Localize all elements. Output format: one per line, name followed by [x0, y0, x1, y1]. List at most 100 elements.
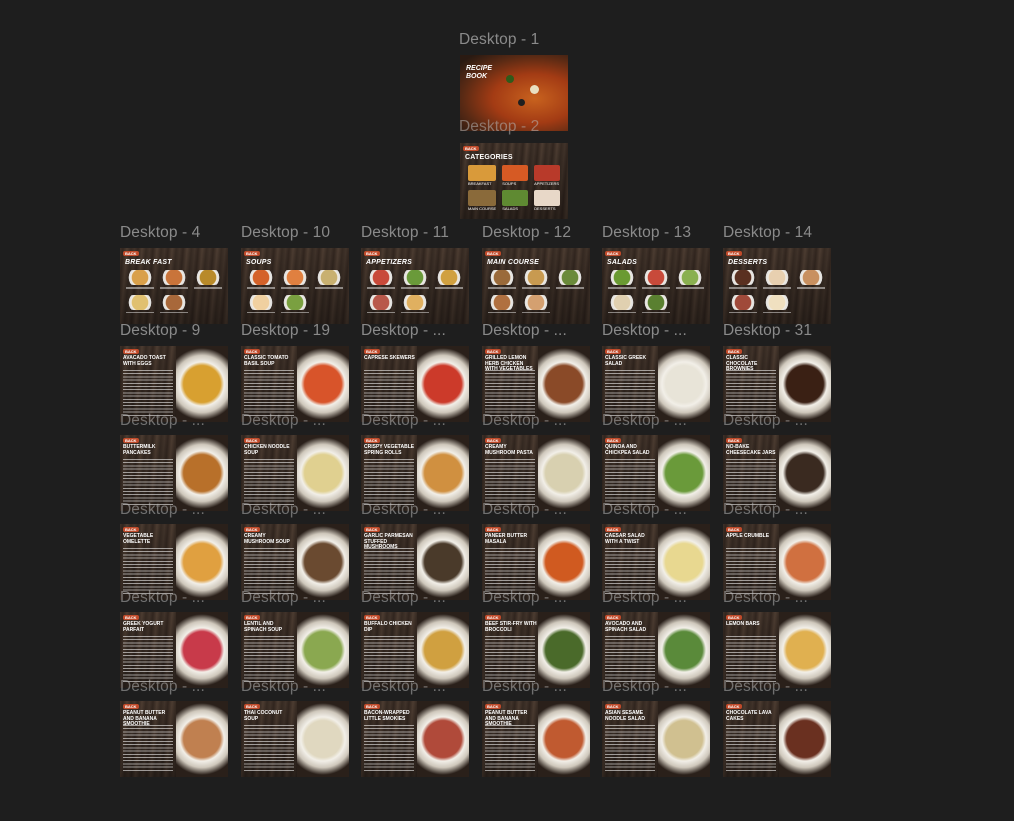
back-button[interactable]: BACK: [726, 349, 742, 354]
dish-card[interactable]: [401, 294, 429, 313]
back-button[interactable]: BACK: [244, 251, 260, 256]
frame-recipe[interactable]: BACK ASIAN SESAME NOODLE SALAD: [602, 701, 710, 777]
dish-card[interactable]: [763, 294, 791, 313]
frame-label-desktop-11[interactable]: Desktop - 11: [361, 224, 449, 242]
frame-recipe[interactable]: BACK CREAMY MUSHROOM PASTA: [482, 435, 590, 511]
frame-label-recipe[interactable]: Desktop - ...: [602, 501, 687, 519]
back-button[interactable]: BACK: [244, 615, 260, 620]
dish-card[interactable]: [676, 270, 704, 289]
frame-recipe[interactable]: BACK CLASSIC GREEK SALAD: [602, 346, 710, 422]
dish-card[interactable]: [194, 270, 222, 289]
frame-category-2[interactable]: BACK APPETIZERS: [361, 248, 469, 324]
frame-recipe[interactable]: BACK CLASSIC CHOCOLATE BROWNIES: [723, 346, 831, 422]
dish-card[interactable]: [247, 270, 275, 289]
dish-card[interactable]: [522, 270, 550, 289]
frame-category-0[interactable]: BACK BREAK FAST: [120, 248, 228, 324]
frame-recipe[interactable]: BACK GREEK YOGURT PARFAIT: [120, 612, 228, 688]
frame-label-recipe[interactable]: Desktop - ...: [602, 412, 687, 430]
back-button[interactable]: BACK: [364, 704, 380, 709]
frame-recipe[interactable]: BACK GRILLED LEMON HERB CHICKEN WITH VEGE…: [482, 346, 590, 422]
frame-label-recipe[interactable]: Desktop - ...: [361, 322, 446, 340]
dish-card[interactable]: [160, 294, 188, 313]
back-button[interactable]: BACK: [726, 615, 742, 620]
category-salads[interactable]: SALADS: [502, 190, 529, 211]
back-button[interactable]: BACK: [364, 527, 380, 532]
frame-label-recipe[interactable]: Desktop - ...: [723, 412, 808, 430]
frame-recipe[interactable]: BACK PEANUT BUTTER AND BANANA SMOOTHIE: [482, 701, 590, 777]
frame-label-recipe[interactable]: Desktop - ...: [120, 589, 205, 607]
frame-label-recipe[interactable]: Desktop - ...: [723, 589, 808, 607]
dish-card[interactable]: [315, 270, 343, 289]
back-button[interactable]: BACK: [605, 438, 621, 443]
frame-recipe[interactable]: BACK QUINOA AND CHICKPEA SALAD: [602, 435, 710, 511]
back-button[interactable]: BACK: [244, 527, 260, 532]
category-appetizers[interactable]: APPETIZERS: [534, 165, 560, 186]
back-button[interactable]: BACK: [605, 251, 621, 256]
frame-label-desktop-13[interactable]: Desktop - 13: [602, 224, 691, 242]
back-button[interactable]: BACK: [485, 438, 501, 443]
frame-recipe[interactable]: BACK CHICKEN NOODLE SOUP: [241, 435, 349, 511]
frame-label-recipe[interactable]: Desktop - ...: [482, 678, 567, 696]
back-button[interactable]: BACK: [605, 704, 621, 709]
frame-label-recipe[interactable]: Desktop - ...: [241, 589, 326, 607]
frame-label-recipe[interactable]: Desktop - ...: [361, 412, 446, 430]
back-button[interactable]: BACK: [244, 438, 260, 443]
dish-card[interactable]: [401, 270, 429, 289]
dish-card[interactable]: [522, 294, 550, 313]
category-soups[interactable]: SOUPS: [502, 165, 529, 186]
back-button[interactable]: BACK: [605, 527, 621, 532]
frame-recipe[interactable]: BACK LENTIL AND SPINACH SOUP: [241, 612, 349, 688]
back-button[interactable]: BACK: [364, 438, 380, 443]
back-button[interactable]: BACK: [485, 704, 501, 709]
dish-card[interactable]: [556, 270, 584, 289]
frame-recipe[interactable]: BACK BACON-WRAPPED LITTLE SMOKIES: [361, 701, 469, 777]
dish-card[interactable]: [281, 270, 309, 289]
dish-card[interactable]: [608, 270, 636, 289]
back-button[interactable]: BACK: [123, 438, 139, 443]
back-button[interactable]: BACK: [463, 146, 479, 151]
frame-category-3[interactable]: BACK MAIN COURSE: [482, 248, 590, 324]
frame-recipe[interactable]: BACK BEEF STIR-FRY WITH BROCCOLI: [482, 612, 590, 688]
frame-recipe[interactable]: BACK AVACADO TOAST WITH EGGS: [120, 346, 228, 422]
dish-card[interactable]: [488, 270, 516, 289]
back-button[interactable]: BACK: [123, 704, 139, 709]
dish-card[interactable]: [729, 270, 757, 289]
frame-label-recipe[interactable]: Desktop - ...: [361, 501, 446, 519]
frame-label-recipe[interactable]: Desktop - ...: [361, 589, 446, 607]
category-desserts[interactable]: DESSERTS: [534, 190, 560, 211]
frame-category-1[interactable]: BACK SOUPS: [241, 248, 349, 324]
back-button[interactable]: BACK: [244, 704, 260, 709]
dish-card[interactable]: [435, 270, 463, 289]
frame-label-recipe[interactable]: Desktop - ...: [723, 678, 808, 696]
frame-category-4[interactable]: BACK SALADS: [602, 248, 710, 324]
back-button[interactable]: BACK: [364, 349, 380, 354]
frame-label-recipe[interactable]: Desktop - ...: [361, 678, 446, 696]
frame-label-recipe[interactable]: Desktop - ...: [120, 501, 205, 519]
back-button[interactable]: BACK: [364, 615, 380, 620]
category-breakfast[interactable]: BREAKFAST: [468, 165, 497, 186]
frame-label-recipe[interactable]: Desktop - ...: [241, 501, 326, 519]
frame-recipe[interactable]: BACK BUTTERMILK PANCAKES: [120, 435, 228, 511]
back-button[interactable]: BACK: [485, 527, 501, 532]
back-button[interactable]: BACK: [244, 349, 260, 354]
frame-recipe[interactable]: BACK THAI COCONUT SOUP: [241, 701, 349, 777]
dish-card[interactable]: [281, 294, 309, 313]
frame-label-recipe[interactable]: Desktop - ...: [602, 322, 687, 340]
frame-label-recipe[interactable]: Desktop - ...: [241, 678, 326, 696]
back-button[interactable]: BACK: [123, 349, 139, 354]
frame-label-recipe[interactable]: Desktop - ...: [482, 501, 567, 519]
dish-card[interactable]: [126, 270, 154, 289]
dish-card[interactable]: [729, 294, 757, 313]
dish-card[interactable]: [488, 294, 516, 313]
back-button[interactable]: BACK: [123, 527, 139, 532]
back-button[interactable]: BACK: [726, 438, 742, 443]
frame-label-recipe[interactable]: Desktop - ...: [602, 678, 687, 696]
frame-label-recipe[interactable]: Desktop - ...: [482, 412, 567, 430]
frame-recipe[interactable]: BACK NO-BAKE CHEESECAKE JARS: [723, 435, 831, 511]
dish-card[interactable]: [608, 294, 636, 313]
frame-recipe[interactable]: BACK CHOCOLATE LAVA CAKES: [723, 701, 831, 777]
frame-label-desktop-1[interactable]: Desktop - 1: [459, 31, 539, 49]
frame-label-recipe[interactable]: Desktop - ...: [602, 589, 687, 607]
frame-recipe[interactable]: BACK AVOCADO AND SPINACH SALAD: [602, 612, 710, 688]
dish-card[interactable]: [126, 294, 154, 313]
